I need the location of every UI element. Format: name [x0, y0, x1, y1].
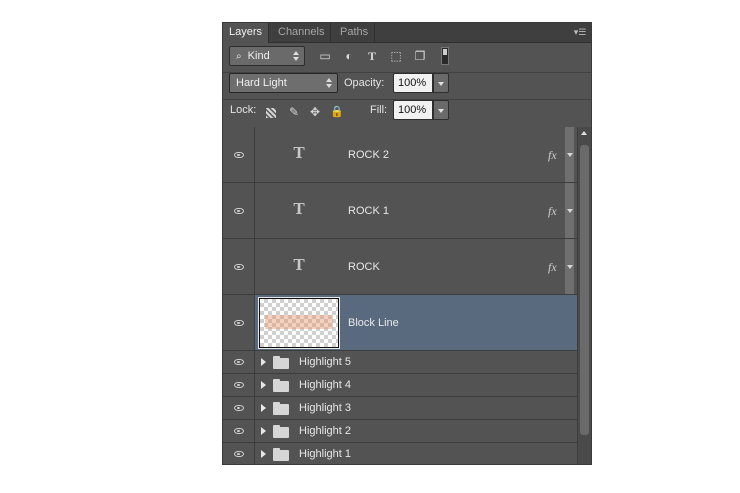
expand-arrow-icon[interactable]	[261, 358, 266, 366]
filter-toggle-icon[interactable]	[441, 47, 449, 65]
fill-field[interactable]: 100%	[393, 100, 433, 120]
layer-name[interactable]: Highlight 3	[299, 402, 351, 414]
updown-arrows-icon	[326, 78, 332, 88]
tab-channels[interactable]: Channels	[272, 23, 332, 42]
expand-arrow-icon[interactable]	[261, 381, 266, 389]
search-icon: ⌕	[236, 51, 242, 62]
visibility-toggle[interactable]	[223, 183, 255, 238]
layer-row-highlight-4[interactable]: Highlight 4	[223, 374, 577, 397]
lock-image-icon[interactable]: ✎	[286, 104, 302, 120]
expand-arrow-icon[interactable]	[261, 450, 266, 458]
layer-row-highlight-3[interactable]: Highlight 3	[223, 397, 577, 420]
eye-icon	[234, 451, 244, 457]
type-filter-icon[interactable]: T	[364, 48, 380, 64]
lock-label: Lock:	[230, 104, 257, 116]
layer-name[interactable]: Highlight 4	[299, 379, 351, 391]
panel-tab-bar: Layers Channels Paths ▾☰	[223, 23, 591, 43]
eye-icon	[234, 359, 244, 365]
layer-name[interactable]: ROCK	[348, 261, 380, 273]
layer-name[interactable]: Highlight 5	[299, 356, 351, 368]
fill-dropdown[interactable]	[433, 100, 449, 120]
layer-name[interactable]: Block Line	[348, 317, 399, 329]
lock-position-icon[interactable]: ✥	[307, 104, 323, 120]
layer-name[interactable]: ROCK 1	[348, 205, 389, 217]
layers-panel: Layers Channels Paths ▾☰ ⌕ Kind ▭ ◐ T ⬚ …	[222, 22, 592, 465]
expand-arrow-icon[interactable]	[261, 427, 266, 435]
opacity-dropdown[interactable]	[433, 73, 449, 93]
opacity-label: Opacity:	[344, 77, 385, 89]
layer-name[interactable]: Highlight 2	[299, 425, 351, 437]
filter-kind-label: Kind	[247, 50, 270, 62]
visibility-toggle[interactable]	[223, 397, 255, 419]
thumbnail-content	[265, 315, 333, 329]
eye-icon	[234, 264, 244, 270]
visibility-toggle[interactable]	[223, 374, 255, 396]
folder-icon	[273, 425, 289, 438]
blend-mode-value: Hard Light	[236, 77, 287, 89]
folder-icon	[273, 379, 289, 392]
scroll-thumb[interactable]	[580, 145, 589, 435]
lock-all-icon[interactable]: 🔒	[329, 104, 345, 120]
text-layer-icon: T	[293, 255, 305, 274]
layer-name[interactable]: ROCK 2	[348, 149, 389, 161]
visibility-toggle[interactable]	[223, 127, 255, 182]
folder-icon	[273, 356, 289, 369]
visibility-toggle[interactable]	[223, 420, 255, 442]
filter-row: ⌕ Kind ▭ ◐ T ⬚ ❐	[223, 44, 591, 72]
blend-row: Hard Light Opacity: 100%	[223, 73, 591, 99]
expand-effects-icon[interactable]	[565, 239, 574, 294]
layer-row-highlight-2[interactable]: Highlight 2	[223, 420, 577, 443]
eye-icon	[234, 320, 244, 326]
folder-icon	[273, 402, 289, 415]
eye-icon	[234, 208, 244, 214]
panel-menu-icon[interactable]: ▾☰	[573, 25, 587, 39]
expand-effects-icon[interactable]	[565, 127, 574, 182]
layer-row-rock-2[interactable]: T ROCK 2 fx	[223, 127, 577, 183]
fx-icon[interactable]: fx	[548, 260, 557, 275]
eye-icon	[234, 152, 244, 158]
layer-row-rock[interactable]: T ROCK fx	[223, 239, 577, 295]
visibility-toggle[interactable]	[223, 351, 255, 373]
image-filter-icon[interactable]: ▭	[317, 48, 333, 64]
layer-row-highlight-1[interactable]: Highlight 1	[223, 443, 577, 464]
expand-effects-icon[interactable]	[565, 183, 574, 238]
layer-name[interactable]: Highlight 1	[299, 448, 351, 460]
visibility-toggle[interactable]	[223, 239, 255, 294]
fx-icon[interactable]: fx	[548, 148, 557, 163]
expand-arrow-icon[interactable]	[261, 404, 266, 412]
layers-scrollbar[interactable]	[577, 127, 591, 464]
eye-icon	[234, 428, 244, 434]
blend-mode-select[interactable]: Hard Light	[229, 73, 338, 93]
fill-label: Fill:	[370, 104, 388, 116]
filter-kind-select[interactable]: ⌕ Kind	[229, 46, 305, 66]
layer-row-rock-1[interactable]: T ROCK 1 fx	[223, 183, 577, 239]
text-layer-icon: T	[293, 143, 305, 162]
eye-icon	[234, 382, 244, 388]
layers-list: T ROCK 2 fx T ROCK 1 fx T ROCK fx Block …	[223, 127, 577, 464]
visibility-toggle[interactable]	[223, 295, 255, 350]
layer-row-block-line[interactable]: Block Line	[223, 295, 577, 351]
adjustment-filter-icon[interactable]: ◐	[341, 48, 357, 64]
smart-object-filter-icon[interactable]: ❐	[412, 48, 428, 64]
folder-icon	[273, 448, 289, 461]
layer-thumbnail[interactable]	[258, 297, 340, 349]
lock-row: Lock: ✎ ✥ 🔒 Fill: 100%	[223, 100, 591, 127]
tab-paths[interactable]: Paths	[334, 23, 376, 42]
layer-row-highlight-5[interactable]: Highlight 5	[223, 351, 577, 374]
updown-arrows-icon	[293, 51, 299, 61]
shape-filter-icon[interactable]: ⬚	[388, 48, 404, 64]
eye-icon	[234, 405, 244, 411]
opacity-field[interactable]: 100%	[393, 73, 433, 93]
visibility-toggle[interactable]	[223, 443, 255, 464]
fx-icon[interactable]: fx	[548, 204, 557, 219]
text-layer-icon: T	[293, 199, 305, 218]
scroll-up-icon[interactable]	[581, 131, 587, 135]
tab-layers[interactable]: Layers	[223, 23, 270, 43]
lock-transparency-icon[interactable]	[266, 108, 276, 118]
